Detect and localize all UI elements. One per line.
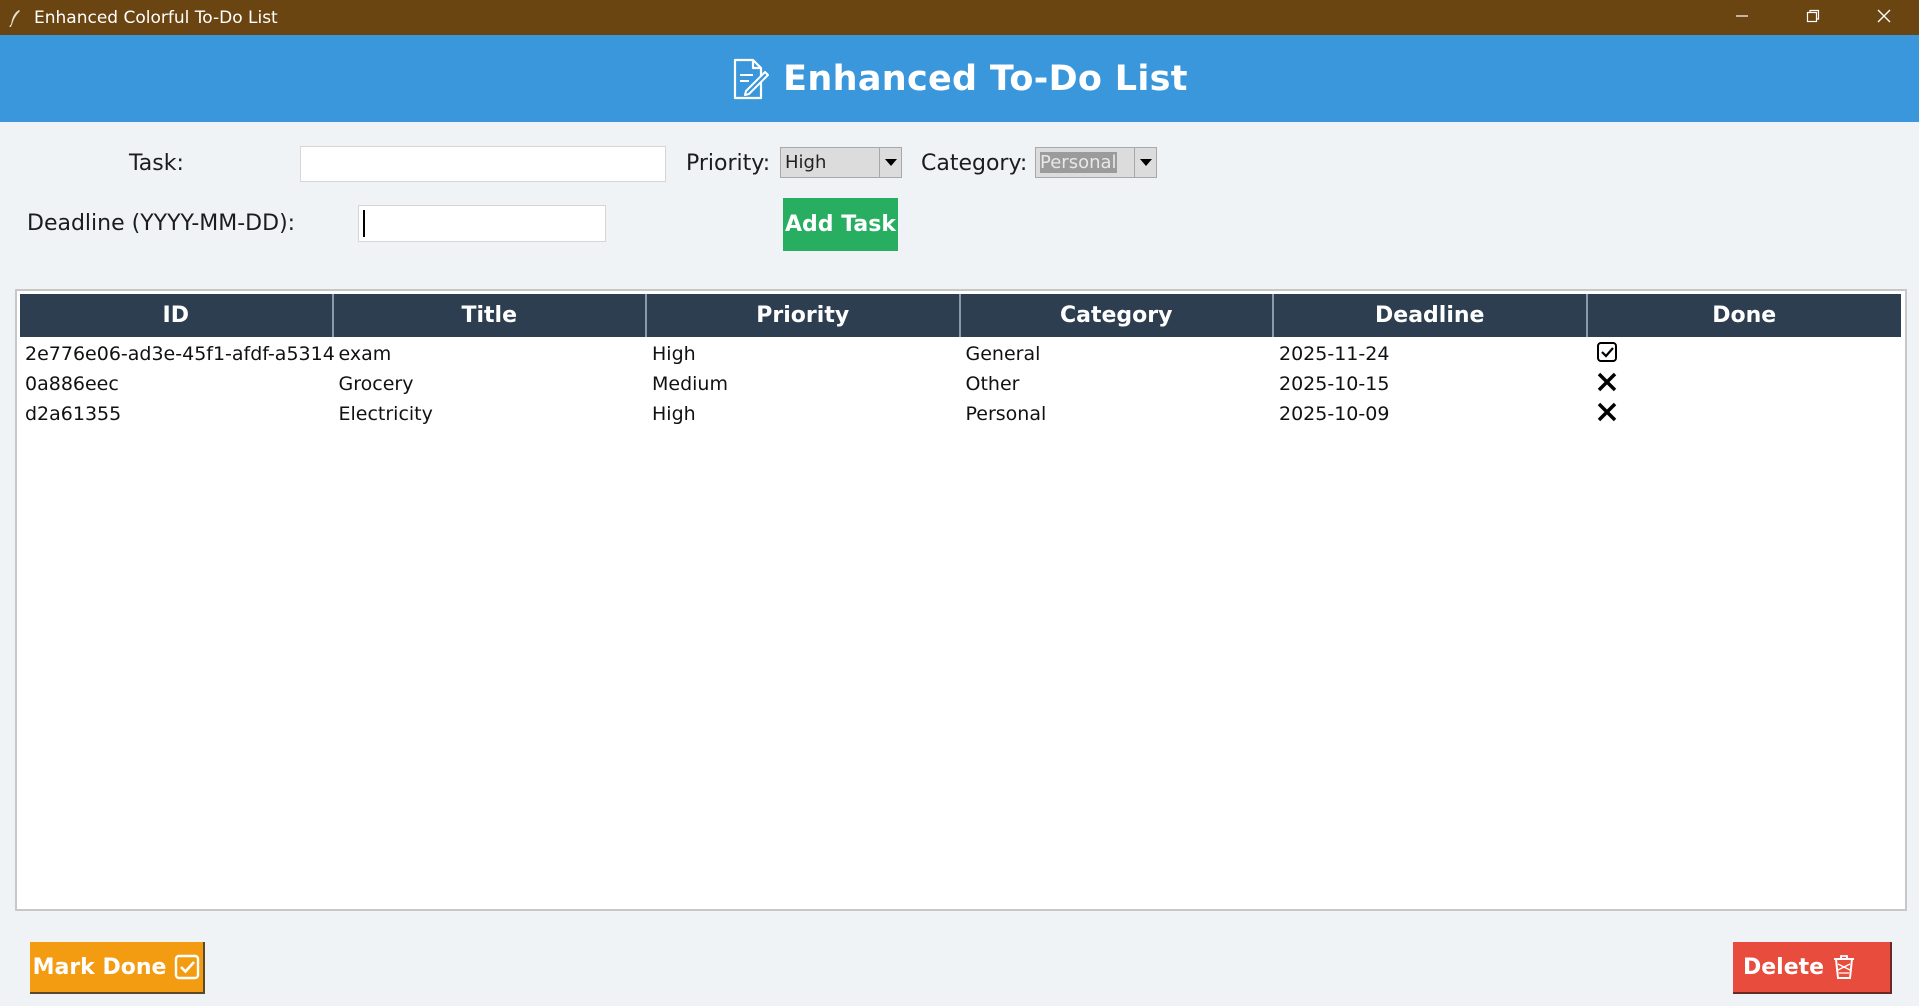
- priority-value: High: [785, 152, 827, 173]
- cell-priority: Medium: [652, 373, 728, 395]
- close-button[interactable]: [1848, 0, 1919, 35]
- table-row[interactable]: 0a886eec Grocery Medium Other 2025-10-15: [20, 369, 1902, 399]
- close-icon: [1877, 8, 1891, 27]
- minimize-icon: [1735, 8, 1749, 27]
- header-banner: Enhanced To-Do List: [0, 35, 1919, 122]
- cell-category: General: [965, 343, 1041, 365]
- cell-done: [1588, 341, 1902, 368]
- cell-id: d2a61355: [25, 403, 122, 425]
- task-input[interactable]: [300, 146, 666, 182]
- chevron-down-icon[interactable]: [1134, 148, 1156, 177]
- text-caret: [363, 210, 365, 237]
- cell-deadline: 2025-10-15: [1279, 373, 1390, 395]
- trash-icon: [1832, 954, 1856, 980]
- priority-select[interactable]: High: [780, 147, 902, 178]
- feather-icon: [8, 9, 22, 27]
- cell-done: [1588, 401, 1902, 428]
- category-value: Personal: [1040, 152, 1117, 173]
- add-task-button[interactable]: Add Task: [783, 198, 898, 251]
- cell-id: 0a886eec: [25, 373, 119, 395]
- table-row[interactable]: d2a61355 Electricity High Personal 2025-…: [20, 399, 1902, 429]
- column-header-done[interactable]: Done: [1587, 294, 1901, 337]
- priority-label: Priority:: [686, 151, 771, 176]
- cell-title: exam: [338, 343, 392, 365]
- cell-done: [1588, 371, 1902, 398]
- category-label: Category:: [921, 151, 1028, 176]
- cell-priority: High: [652, 343, 696, 365]
- cell-title: Electricity: [338, 403, 433, 425]
- column-header-deadline[interactable]: Deadline: [1274, 294, 1588, 337]
- restore-icon: [1806, 8, 1820, 27]
- window-titlebar: Enhanced Colorful To-Do List: [0, 0, 1919, 35]
- delete-button[interactable]: Delete: [1733, 942, 1892, 994]
- delete-label: Delete: [1743, 954, 1825, 980]
- mark-done-button[interactable]: Mark Done: [30, 942, 205, 994]
- cell-id: 2e776e06-ad3e-45f1-afdf-a53145a: [25, 343, 334, 365]
- column-header-title[interactable]: Title: [333, 294, 647, 337]
- table-row[interactable]: 2e776e06-ad3e-45f1-afdf-a53145a exam Hig…: [20, 339, 1902, 369]
- task-table[interactable]: ID Title Priority Category Deadline Done…: [15, 289, 1907, 911]
- mark-done-label: Mark Done: [32, 954, 167, 980]
- minimize-button[interactable]: [1706, 0, 1777, 35]
- cell-deadline: 2025-11-24: [1279, 343, 1390, 365]
- cell-category: Personal: [965, 403, 1047, 425]
- window-title: Enhanced Colorful To-Do List: [34, 7, 278, 28]
- document-edit-icon: [731, 58, 770, 100]
- cell-deadline: 2025-10-09: [1279, 403, 1390, 425]
- table-header: ID Title Priority Category Deadline Done: [20, 294, 1902, 337]
- column-header-category[interactable]: Category: [960, 294, 1274, 337]
- chevron-down-icon[interactable]: [879, 148, 901, 177]
- category-select[interactable]: Personal: [1035, 147, 1157, 178]
- column-header-priority[interactable]: Priority: [647, 294, 961, 337]
- page-title: Enhanced To-Do List: [783, 58, 1188, 99]
- deadline-label: Deadline (YYYY-MM-DD):: [27, 211, 296, 236]
- deadline-input[interactable]: [358, 205, 606, 242]
- cell-priority: High: [652, 403, 696, 425]
- checkbox-checked-icon: [1596, 341, 1618, 368]
- cell-category: Other: [965, 373, 1020, 395]
- cell-title: Grocery: [338, 373, 414, 395]
- checkbox-checked-icon: [174, 954, 200, 980]
- restore-button[interactable]: [1777, 0, 1848, 35]
- task-label: Task:: [129, 151, 184, 176]
- cross-icon: [1596, 401, 1618, 428]
- cross-icon: [1596, 371, 1618, 398]
- column-header-id[interactable]: ID: [20, 294, 334, 337]
